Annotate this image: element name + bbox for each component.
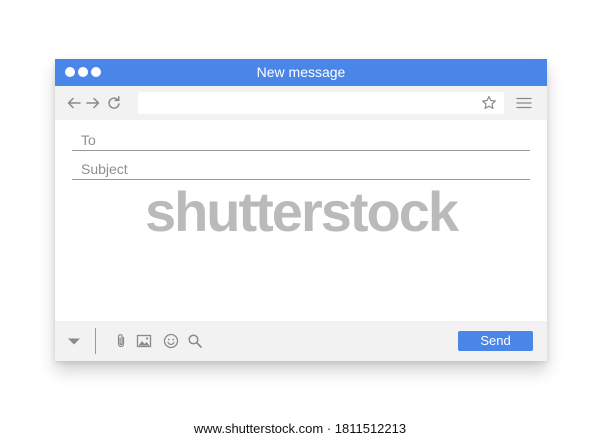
- smiley-icon[interactable]: [163, 333, 179, 349]
- to-input[interactable]: [72, 129, 530, 150]
- message-body[interactable]: [72, 189, 530, 317]
- toolbar-divider: [95, 328, 96, 354]
- caret-down-icon[interactable]: [66, 333, 82, 349]
- compose-toolbar: Send: [55, 321, 547, 361]
- send-button[interactable]: Send: [458, 331, 533, 351]
- search-icon[interactable]: [187, 333, 203, 349]
- arrow-right-icon[interactable]: [85, 95, 101, 111]
- address-bar[interactable]: [138, 92, 504, 114]
- image-icon[interactable]: [136, 333, 152, 349]
- compose-window: New message shutterstock: [55, 59, 547, 361]
- arrow-left-icon[interactable]: [66, 95, 82, 111]
- window-title: New message: [256, 64, 346, 80]
- stock-image-id: www.shutterstock.com · 1811512213: [193, 421, 407, 436]
- hamburger-menu-icon[interactable]: [516, 95, 532, 111]
- address-input[interactable]: [146, 92, 504, 114]
- title-bar: New message: [55, 59, 547, 86]
- browser-navbar: [55, 86, 547, 120]
- subject-input[interactable]: [72, 158, 530, 179]
- star-icon[interactable]: [481, 95, 497, 111]
- subject-field[interactable]: [72, 158, 530, 180]
- to-field[interactable]: [72, 129, 530, 151]
- reload-icon[interactable]: [106, 95, 122, 111]
- paperclip-icon[interactable]: [113, 333, 129, 349]
